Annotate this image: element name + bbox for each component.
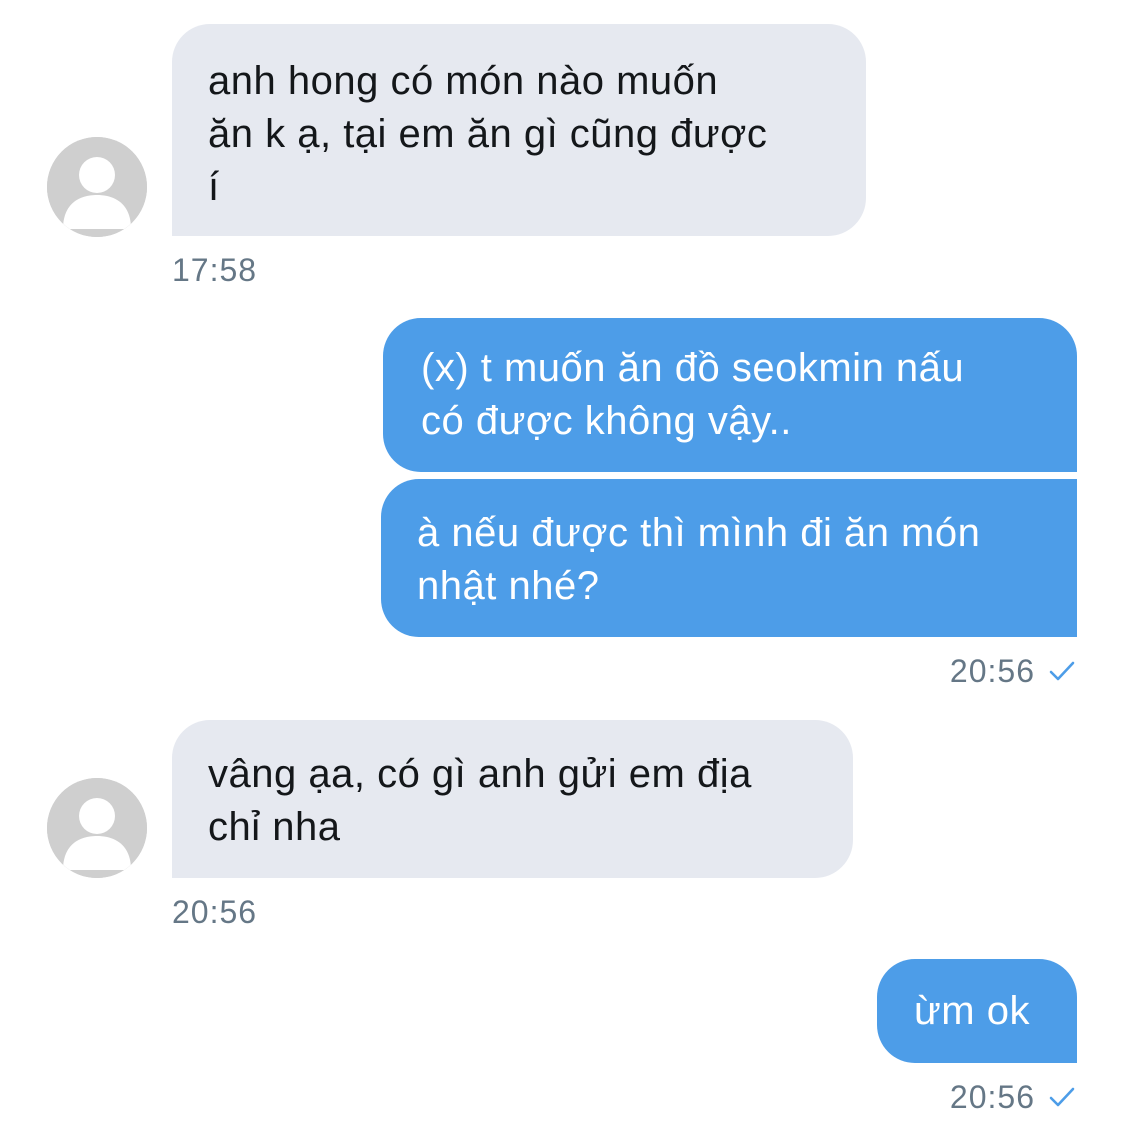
outgoing-message-bubble[interactable]: ừm ok — [877, 959, 1077, 1063]
outgoing-message-bubble[interactable]: (x) t muốn ăn đồ seokmin nấu có được khô… — [383, 318, 1077, 472]
outgoing-message-bubble[interactable]: à nếu được thì mình đi ăn món nhật nhé? — [381, 479, 1077, 637]
incoming-message-bubble[interactable]: vâng ạa, có gì anh gửi em địa chỉ nha — [172, 720, 853, 878]
message-timestamp: 20:56 — [949, 1079, 1035, 1115]
message-timestamp: 20:56 — [949, 653, 1035, 689]
sender-avatar[interactable] — [47, 137, 147, 237]
default-user-avatar-icon — [47, 137, 147, 237]
message-timestamp: 17:58 — [172, 252, 258, 288]
checkmark-icon — [1049, 660, 1075, 682]
message-timestamp: 20:56 — [172, 894, 258, 930]
incoming-message-bubble[interactable]: anh hong có món nào muốn ăn k ạ, tại em … — [172, 24, 866, 236]
sender-avatar[interactable] — [47, 778, 147, 878]
message-status-row: 20:56 — [950, 651, 1075, 691]
checkmark-icon — [1049, 1086, 1075, 1108]
message-status-row: 20:56 — [950, 1077, 1075, 1117]
default-user-avatar-icon — [47, 778, 147, 878]
